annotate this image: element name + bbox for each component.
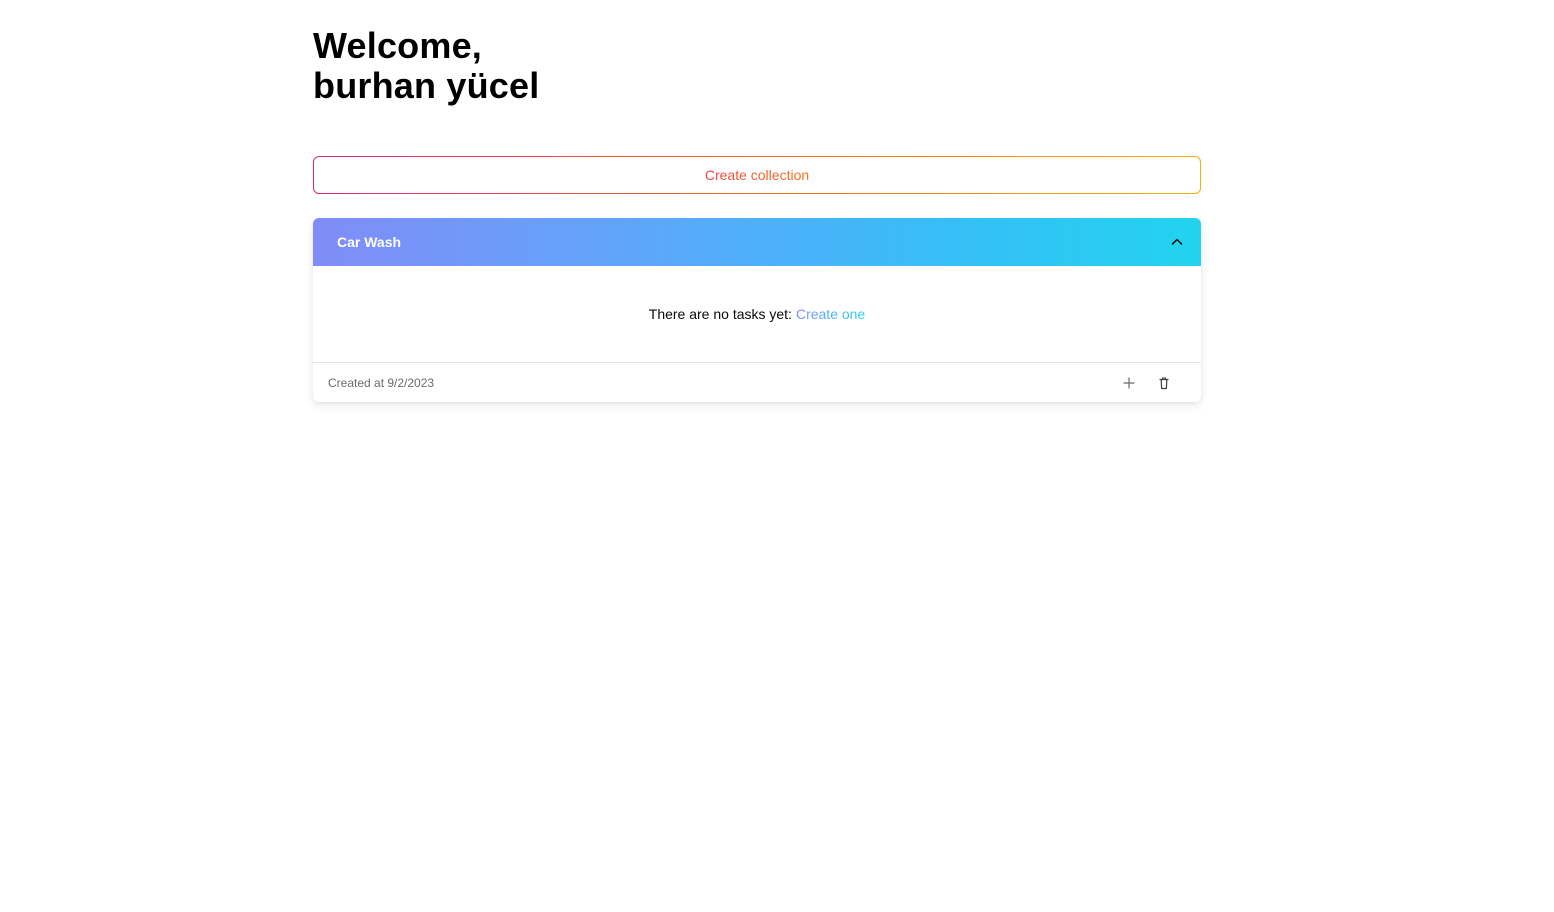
main-container: Welcome, burhan yücel Create collection … [313,0,1201,402]
created-at-text: Created at 9/2/2023 [328,375,435,390]
welcome-line: Welcome, [313,25,482,66]
collection-body: There are no tasks yet: Create one [313,266,1201,362]
chevron-up-icon[interactable] [1165,230,1189,254]
create-collection-button[interactable]: Create collection [314,157,1200,193]
user-name: burhan yücel [313,65,540,106]
collection-footer: Created at 9/2/2023 [313,362,1201,402]
welcome-heading: Welcome, burhan yücel [313,0,1201,106]
collection-card: Car Wash There are no tasks yet: Create … [313,218,1201,402]
add-task-button[interactable] [1117,371,1141,395]
plus-icon [1123,376,1135,389]
footer-actions [1117,371,1176,395]
collection-header[interactable]: Car Wash [313,218,1201,266]
create-collection-label: Create collection [704,167,810,183]
collection-title: Car Wash [337,234,402,250]
page: Welcome, burhan yücel Create collection … [0,0,1554,912]
create-task-link[interactable]: Create one [796,306,865,322]
create-collection-border: Create collection [313,156,1201,194]
empty-tasks-message: There are no tasks yet: [648,306,792,322]
delete-collection-button[interactable] [1152,371,1176,395]
trash-icon [1159,376,1169,389]
